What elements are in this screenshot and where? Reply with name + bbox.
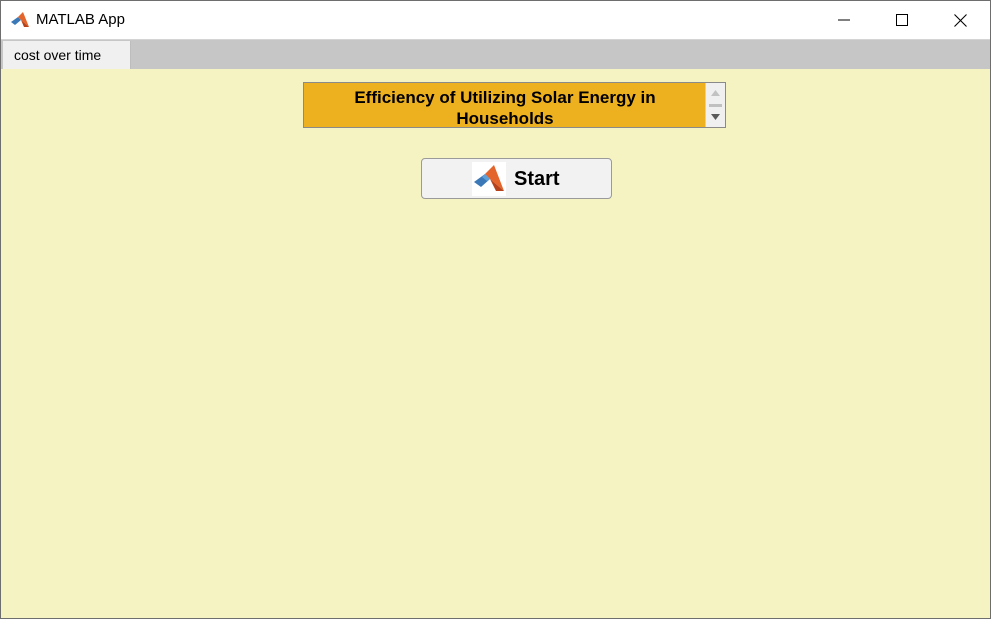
tab-content-panel: Efficiency of Utilizing Solar Energy in … [1,69,990,618]
close-button[interactable] [931,1,989,39]
tab-bar: cost over time [1,39,990,70]
maximize-button[interactable] [873,1,931,39]
scroll-down-button[interactable] [706,107,725,127]
title-text-area-value: Efficiency of Utilizing Solar Energy in … [354,88,656,128]
minimize-icon [838,19,850,21]
title-text-area[interactable]: Efficiency of Utilizing Solar Energy in … [303,82,726,128]
minimize-button[interactable] [815,1,873,39]
title-bar: MATLAB App [1,1,990,39]
scroll-up-arrow-icon [711,90,720,96]
close-icon [953,13,967,27]
scroll-up-button[interactable] [706,83,725,103]
window-title: MATLAB App [36,11,125,28]
start-button[interactable]: Start [421,158,612,199]
tab-cost-over-time[interactable]: cost over time [3,41,131,69]
scroll-down-arrow-icon [711,114,720,120]
app-window: MATLAB App cost over time Efficiency of … [0,0,991,619]
maximize-icon [896,14,908,26]
text-area-scrollbar[interactable] [705,83,725,127]
matlab-logo-icon [10,10,30,30]
matlab-logo-icon [472,162,506,196]
start-button-label: Start [514,168,560,190]
